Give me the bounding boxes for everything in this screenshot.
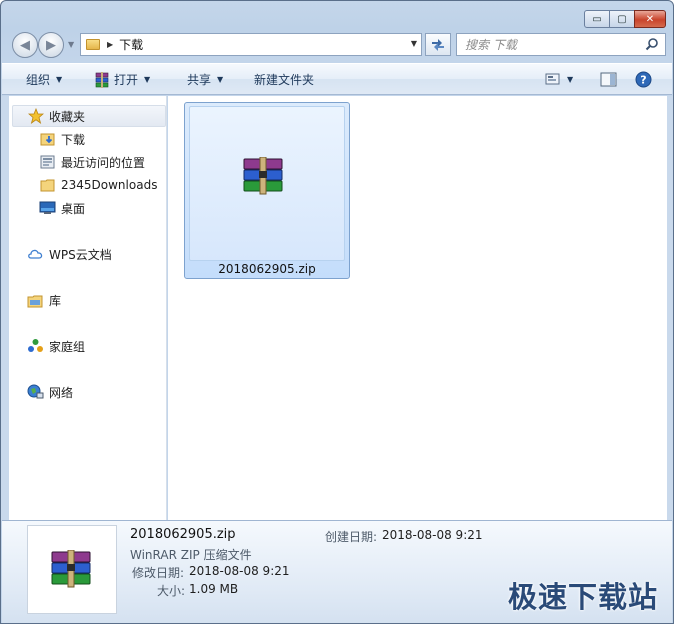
details-filetype: WinRAR ZIP 压缩文件 <box>130 548 252 562</box>
sidebar-item-wps-cloud[interactable]: WPS云文档 <box>27 243 112 265</box>
sidebar-item-recent-places[interactable]: 最近访问的位置 <box>39 151 145 173</box>
sidebar-item-label: 家庭组 <box>49 339 86 354</box>
preview-pane-button[interactable] <box>600 68 617 90</box>
sidebar-item-2345downloads[interactable]: 2345Downloads <box>39 174 157 196</box>
navigation-bar: ◀ ▶ ▼ ▶ 下载 ▼ <box>9 32 666 58</box>
explorer-window: ▭ ▢ ✕ ◀ ▶ ▼ ▶ 下载 ▼ 组 <box>0 0 674 624</box>
address-dropdown-icon[interactable]: ▼ <box>411 39 417 48</box>
sidebar-item-label: 收藏夹 <box>49 109 86 124</box>
breadcrumb-separator-icon[interactable]: ▶ <box>107 40 113 49</box>
share-menu[interactable]: 共享 ▼ <box>187 64 223 95</box>
details-size-value: 1.09 MB <box>189 582 239 596</box>
sidebar-item-libraries[interactable]: 库 <box>27 289 61 311</box>
sidebar-item-downloads[interactable]: 下载 <box>39 128 85 150</box>
sidebar-item-favorites[interactable]: 收藏夹 <box>12 105 166 127</box>
sidebar-item-label: 库 <box>49 293 62 308</box>
forward-button[interactable]: ▶ <box>38 32 64 58</box>
winrar-archive-icon <box>243 157 283 195</box>
refresh-icon <box>432 38 444 51</box>
recent-pages-dropdown-icon[interactable]: ▼ <box>68 40 74 49</box>
minimize-icon: ▭ <box>592 13 602 25</box>
chevron-down-icon[interactable]: ▼ <box>567 75 573 84</box>
details-created-value: 2018-08-08 9:21 <box>382 528 483 542</box>
forward-arrow-icon: ▶ <box>46 37 56 53</box>
search-input[interactable] <box>465 37 645 52</box>
window-frame-right <box>667 96 673 520</box>
share-label: 共享 <box>187 73 212 87</box>
chevron-down-icon: ▼ <box>217 75 224 84</box>
search-icon[interactable] <box>645 37 659 51</box>
library-icon <box>27 292 44 308</box>
sidebar-item-label: 最近访问的位置 <box>61 155 146 170</box>
details-pane: 2018062905.zip WinRAR ZIP 压缩文件 修改日期: 201… <box>2 520 672 623</box>
sidebar-item-label: WPS云文档 <box>49 247 112 262</box>
network-icon <box>27 384 44 400</box>
sidebar-item-label: 桌面 <box>61 201 86 216</box>
view-options-icon <box>545 73 560 85</box>
preview-pane-icon <box>600 72 617 86</box>
star-icon <box>27 108 44 124</box>
details-modified-label: 修改日期: <box>132 566 185 580</box>
watermark-text: 极速下载站 <box>507 580 658 614</box>
details-modified-value: 2018-08-08 9:21 <box>189 564 290 578</box>
file-name: 2018062905.zip <box>218 262 316 276</box>
sidebar-item-desktop[interactable]: 桌面 <box>39 197 85 219</box>
winrar-icon <box>95 71 109 88</box>
chevron-down-icon: ▼ <box>56 75 63 84</box>
command-bar: 组织 ▼ 打开 ▼ 共享 ▼ 新建文件夹 ▼ ? <box>2 63 672 95</box>
sidebar-item-network[interactable]: 网络 <box>27 381 73 403</box>
change-view-button[interactable]: ▼ <box>545 68 573 90</box>
recent-places-icon <box>39 154 56 170</box>
new-folder-label: 新建文件夹 <box>254 73 315 87</box>
close-icon: ✕ <box>645 13 655 25</box>
maximize-button[interactable]: ▢ <box>609 10 635 28</box>
sidebar-item-label: 下载 <box>61 132 86 147</box>
sidebar-item-label: 2345Downloads <box>61 178 158 192</box>
back-button[interactable]: ◀ <box>12 32 38 58</box>
folder-icon <box>86 39 100 50</box>
sidebar-item-homegroup[interactable]: 家庭组 <box>27 335 85 357</box>
window-frame-left <box>1 96 9 520</box>
details-created-label: 创建日期: <box>325 530 378 544</box>
details-size-label: 大小: <box>157 584 186 598</box>
address-path[interactable]: 下载 <box>119 36 143 53</box>
homegroup-icon <box>27 338 44 354</box>
maximize-icon: ▢ <box>617 13 627 25</box>
file-item[interactable]: 2018062905.zip <box>184 102 350 279</box>
open-label: 打开 <box>114 73 139 87</box>
window-controls: ▭ ▢ ✕ <box>584 10 666 28</box>
navigation-pane: 收藏夹 下载 最近访问的位置 2345Downloads 桌面 WPS云文档 库… <box>9 96 167 520</box>
help-button[interactable]: ? <box>635 68 652 90</box>
open-menu[interactable]: 打开 ▼ <box>94 64 150 95</box>
refresh-button[interactable] <box>425 33 451 56</box>
new-folder-button[interactable]: 新建文件夹 <box>254 64 314 95</box>
file-list[interactable]: 2018062905.zip <box>168 96 667 520</box>
back-arrow-icon: ◀ <box>20 37 30 53</box>
sidebar-item-label: 网络 <box>49 385 74 400</box>
search-box[interactable] <box>456 33 666 56</box>
minimize-button[interactable]: ▭ <box>584 10 610 28</box>
desktop-icon <box>39 200 56 216</box>
folder-icon <box>39 177 56 193</box>
winrar-archive-icon <box>51 550 91 588</box>
details-filename: 2018062905.zip <box>130 527 236 542</box>
downloads-folder-icon <box>39 131 56 147</box>
address-bar[interactable]: ▶ 下载 ▼ <box>80 33 422 56</box>
close-button[interactable]: ✕ <box>634 10 666 28</box>
cloud-icon <box>27 246 44 262</box>
chevron-down-icon: ▼ <box>144 75 151 84</box>
organize-label: 组织 <box>26 73 51 87</box>
help-icon: ? <box>635 71 652 87</box>
organize-menu[interactable]: 组织 ▼ <box>26 64 62 95</box>
svg-text:?: ? <box>640 73 646 86</box>
details-thumbnail <box>27 525 117 614</box>
